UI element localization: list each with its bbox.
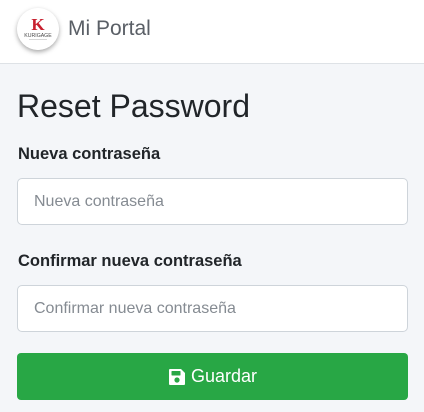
- confirm-password-label: Confirmar nueva contraseña: [18, 252, 242, 270]
- brand-logo[interactable]: K KURIGAGE: [17, 8, 59, 50]
- save-button-label: Guardar: [190, 366, 258, 386]
- top-navbar: K KURIGAGE Mi Portal: [0, 0, 424, 64]
- portal-title[interactable]: Mi Portal: [68, 14, 151, 44]
- logo-brand-text: KURIGAGE: [24, 33, 52, 39]
- new-password-input[interactable]: [17, 178, 408, 225]
- logo-letter: K: [31, 15, 45, 34]
- reset-password-form: Reset Password Nueva contraseña Confirma…: [0, 64, 424, 412]
- new-password-label: Nueva contraseña: [18, 145, 161, 163]
- kurigage-logo-icon: K KURIGAGE: [17, 8, 59, 50]
- confirm-password-input[interactable]: [17, 285, 408, 332]
- save-button[interactable]: Guardar: [17, 353, 408, 400]
- floppy-disk-icon: [168, 368, 185, 385]
- page-title: Reset Password: [17, 88, 250, 124]
